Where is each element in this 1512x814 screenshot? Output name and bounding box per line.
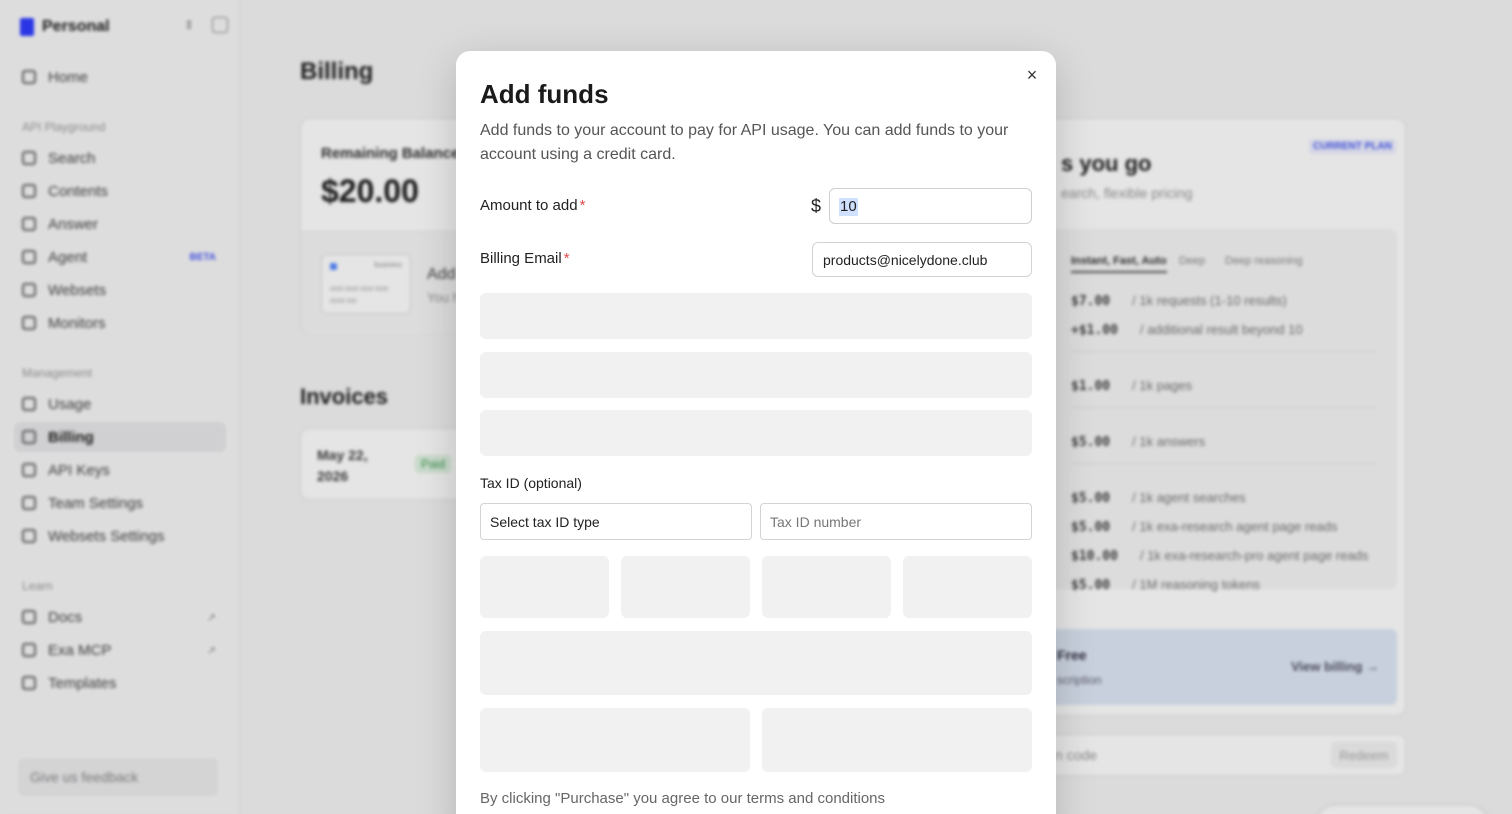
billing-email-label: Billing Email * (480, 250, 570, 267)
add-funds-modal: × Add funds Add funds to your account to… (456, 51, 1056, 814)
currency-symbol: $ (811, 196, 822, 216)
loading-skeleton (480, 352, 1032, 398)
loading-skeleton (762, 708, 1032, 772)
tax-id-type-select[interactable]: Select tax ID type (480, 503, 752, 540)
tax-id-number-input[interactable] (760, 503, 1032, 540)
close-icon[interactable]: × (1022, 65, 1042, 85)
loading-skeleton (762, 556, 891, 618)
amount-input[interactable] (829, 188, 1032, 224)
loading-skeleton (480, 556, 609, 618)
loading-skeleton (480, 293, 1032, 339)
loading-skeleton (903, 556, 1032, 618)
required-mark: * (563, 250, 570, 267)
loading-skeleton (480, 708, 750, 772)
terms-text: By clicking "Purchase" you agree to our … (480, 790, 886, 807)
loading-skeleton (480, 410, 1032, 456)
loading-skeleton (480, 631, 1032, 695)
amount-selection: 10 (839, 198, 858, 216)
tax-id-label: Tax ID (optional) (480, 475, 582, 491)
amount-label: Amount to add * (480, 197, 586, 214)
loading-skeleton (621, 556, 750, 618)
billing-email-input[interactable] (812, 242, 1032, 277)
modal-title: Add funds (480, 79, 609, 109)
required-mark: * (579, 197, 586, 214)
modal-description: Add funds to your account to pay for API… (480, 122, 1009, 163)
